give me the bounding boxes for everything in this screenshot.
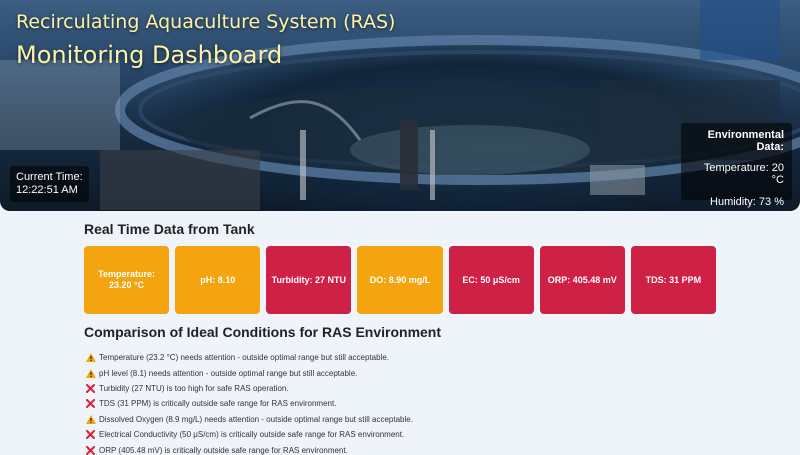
sensor-cards: Temperature: 23.20 °C pH: 8.10 Turbidity… [84, 246, 716, 314]
card-label: pH: 8.10 [200, 274, 236, 285]
list-item-text: Temperature (23.2 °C) needs attention - … [99, 353, 390, 363]
env-humidity: Humidity: 73 % [710, 196, 784, 208]
current-time-value: 12:22:51 AM [16, 184, 78, 196]
environmental-data-heading: Environmental Data: [707, 129, 784, 153]
card-label: EC: 50 μS/cm [462, 274, 520, 285]
warning-icon [85, 368, 96, 379]
list-item: Dissolved Oxygen (8.9 mg/L) needs attent… [85, 412, 685, 427]
list-item: Turbidity (27 NTU) is too high for safe … [85, 381, 685, 396]
card-label: DO: 8.90 mg/L [369, 274, 431, 285]
list-item-text: pH level (8.1) needs attention - outside… [99, 368, 358, 378]
list-item: Temperature (23.2 °C) needs attention - … [85, 350, 685, 365]
list-item: pH level (8.1) needs attention - outside… [85, 365, 685, 380]
list-item-text: Turbidity (27 NTU) is too high for safe … [99, 383, 289, 393]
ec-card: EC: 50 μS/cm [448, 246, 534, 314]
comparison-list: Temperature (23.2 °C) needs attention - … [85, 350, 685, 455]
warning-icon [85, 352, 96, 363]
title-line-1: Recirculating Aquaculture System (RAS) [16, 11, 396, 33]
list-item: Electrical Conductivity (50 μS/cm) is cr… [85, 427, 685, 442]
env-temperature: Temperature: 20 °C [703, 162, 784, 186]
tds-card: TDS: 31 PPM [630, 246, 716, 314]
turbidity-card: Turbidity: 27 NTU [266, 246, 352, 314]
card-label: Temperature: 23.20 °C [98, 269, 155, 290]
list-item-text: ORP (405.48 mV) is critically outside sa… [99, 445, 348, 455]
warning-icon [85, 414, 96, 425]
current-time-label: Current Time: [16, 171, 83, 183]
dashboard-title: Recirculating Aquaculture System (RAS) M… [16, 10, 395, 70]
do-card: DO: 8.90 mg/L [357, 246, 443, 314]
card-label: TDS: 31 PPM [645, 274, 702, 285]
list-item: TDS (31 PPM) is critically outside safe … [85, 396, 685, 411]
current-time-box: Current Time: 12:22:51 AM [10, 166, 89, 202]
list-item-text: Electrical Conductivity (50 μS/cm) is cr… [99, 430, 405, 440]
comparison-section-title: Comparison of Ideal Conditions for RAS E… [84, 324, 442, 340]
realtime-section-title: Real Time Data from Tank [84, 221, 255, 237]
list-item-text: TDS (31 PPM) is critically outside safe … [99, 399, 337, 409]
title-line-2: Monitoring Dashboard [16, 41, 283, 69]
cross-icon [85, 383, 96, 394]
list-item-text: Dissolved Oxygen (8.9 mg/L) needs attent… [99, 414, 413, 424]
list-item: ORP (405.48 mV) is critically outside sa… [85, 442, 685, 455]
orp-card: ORP: 405.48 mV [539, 246, 625, 314]
environmental-data-box: Environmental Data: Temperature: 20 °C H… [681, 123, 792, 208]
cross-icon [85, 429, 96, 440]
hero-banner: Recirculating Aquaculture System (RAS) M… [0, 0, 800, 211]
cross-icon [85, 398, 96, 409]
temperature-card: Temperature: 23.20 °C [84, 246, 170, 314]
card-label: ORP: 405.48 mV [547, 274, 617, 285]
ph-card: pH: 8.10 [175, 246, 261, 314]
card-label: Turbidity: 27 NTU [271, 274, 347, 285]
cross-icon [85, 445, 96, 455]
